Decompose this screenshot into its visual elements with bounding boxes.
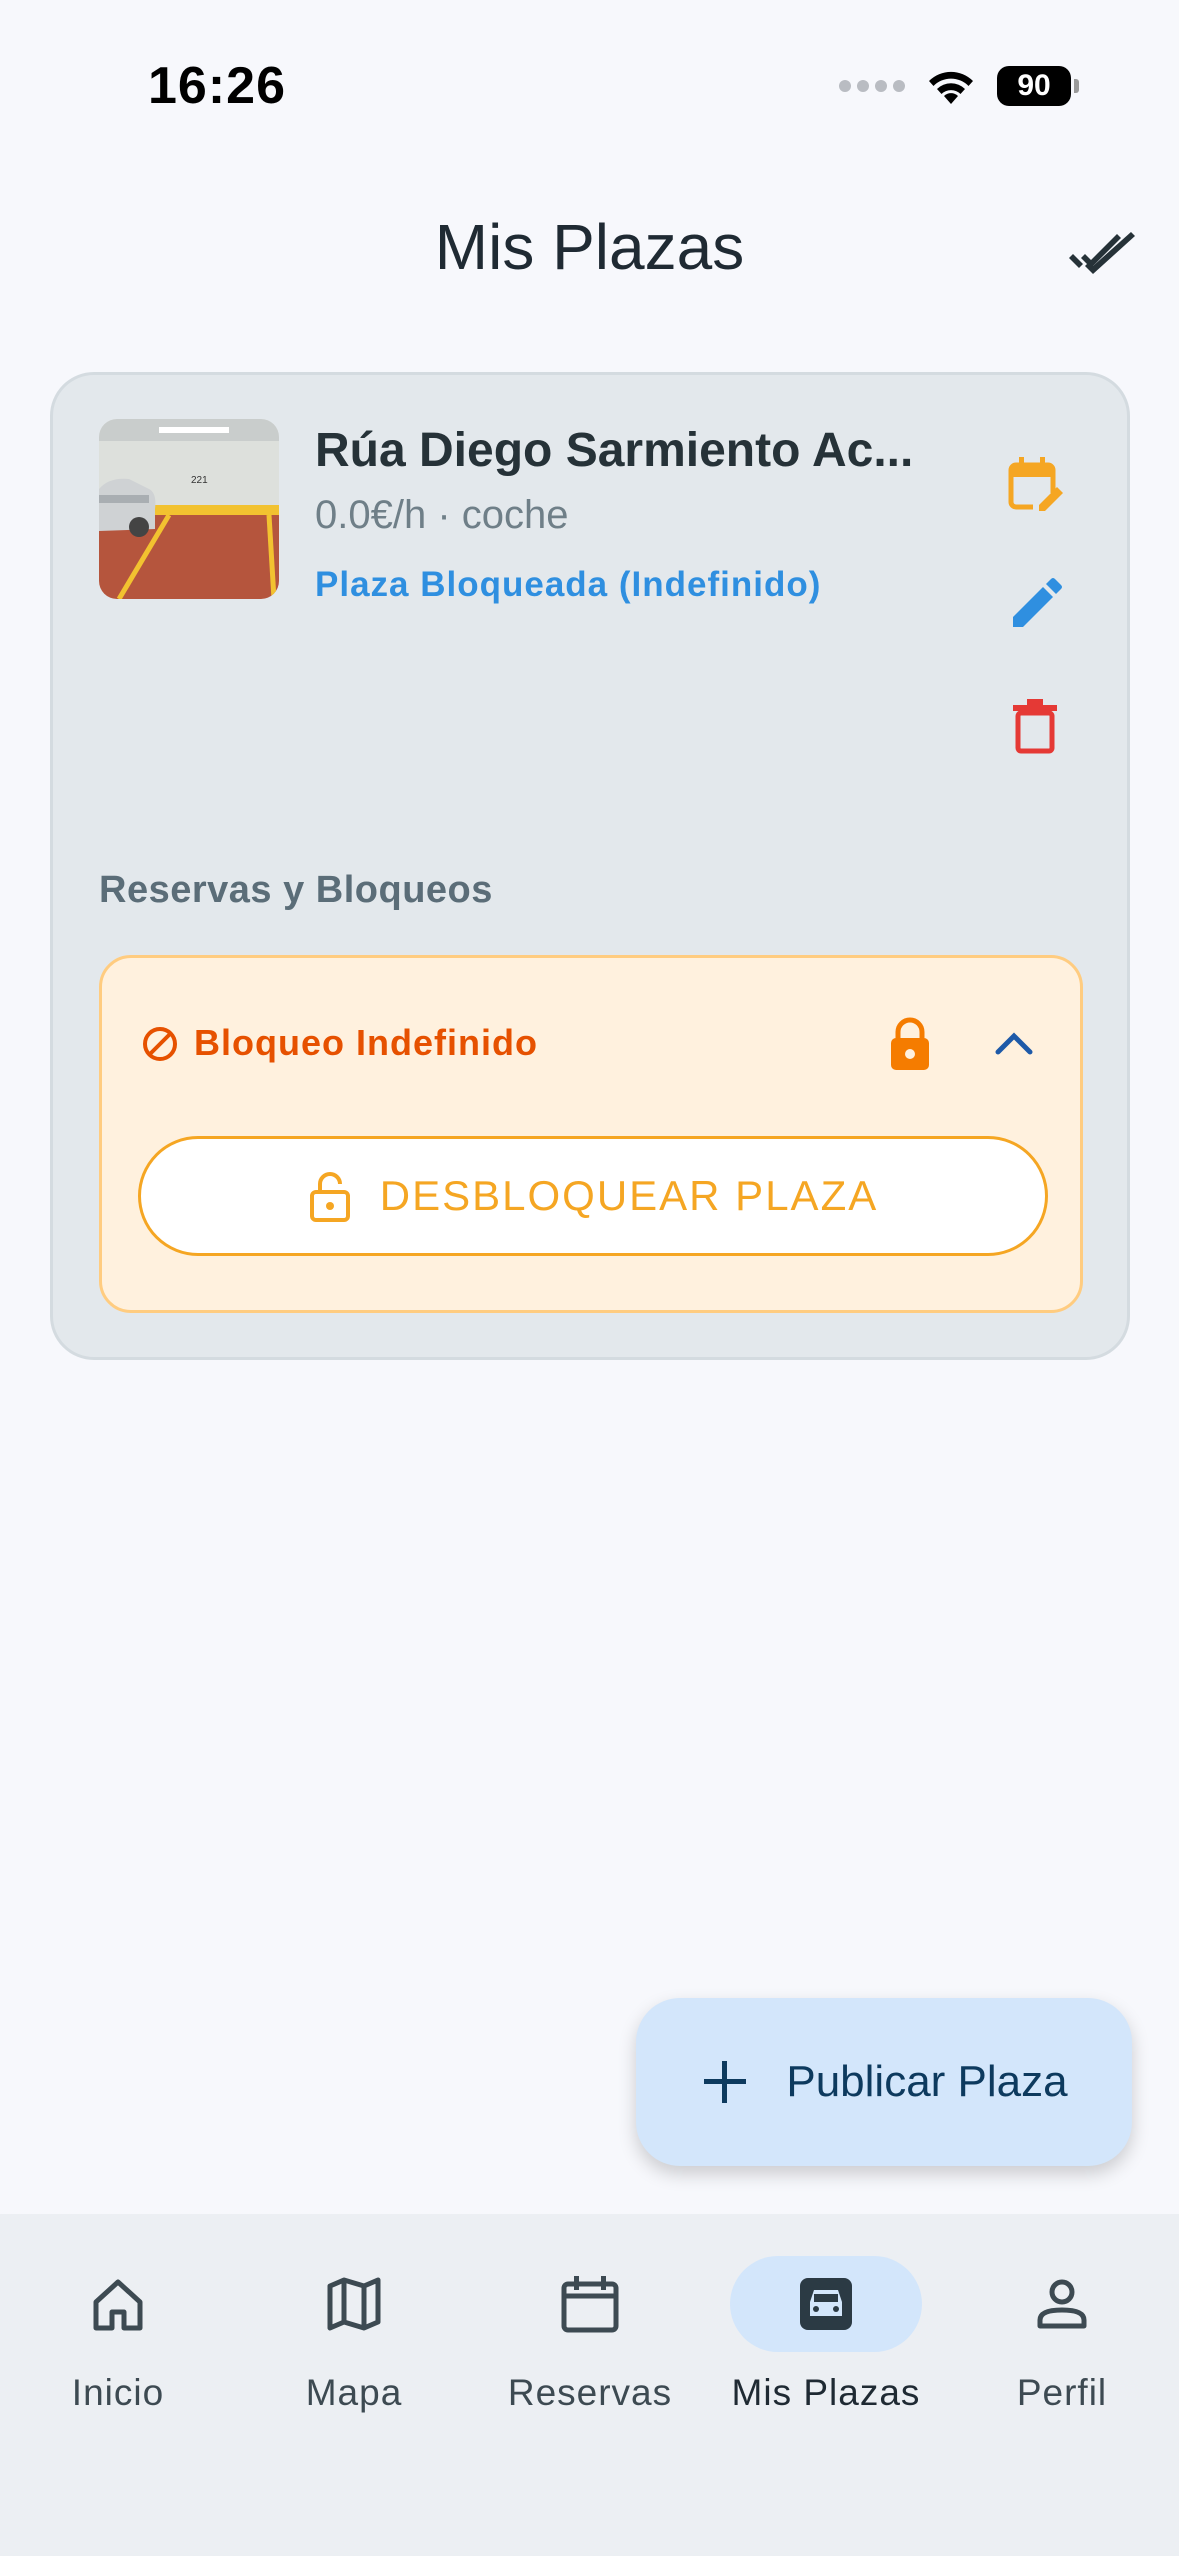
block-panel: Bloqueo Indefinido DESBLOQUEAR PLAZA bbox=[99, 955, 1083, 1313]
nav-item-mapa[interactable]: Mapa bbox=[236, 2256, 472, 2436]
block-label: Bloqueo Indefinido bbox=[194, 1022, 538, 1063]
chevron-up-icon[interactable] bbox=[986, 1016, 1042, 1072]
page-title: Mis Plazas bbox=[434, 211, 745, 283]
section-title: Reservas y Bloqueos bbox=[99, 869, 493, 911]
unlock-button-label: DESBLOQUEAR PLAZA bbox=[379, 1172, 879, 1219]
nav-label-reservas: Reservas bbox=[507, 2372, 673, 2413]
nav-label-mis-plazas: Mis Plazas bbox=[731, 2372, 921, 2413]
trash-icon bbox=[1013, 699, 1057, 754]
edit-spot-button[interactable] bbox=[995, 565, 1075, 645]
lock-icon bbox=[891, 1017, 929, 1070]
wifi-icon bbox=[929, 71, 973, 104]
spot-title: Rúa Diego Sarmiento Ac... bbox=[315, 424, 914, 477]
calendar-icon bbox=[561, 2276, 619, 2333]
done-all-icon[interactable] bbox=[1065, 218, 1141, 294]
status-icons: 90 bbox=[839, 66, 1079, 106]
delete-spot-button[interactable] bbox=[995, 685, 1075, 765]
nav-item-mis-plazas[interactable]: Mis Plazas bbox=[708, 2256, 944, 2436]
thumbnail-caption: 221 bbox=[191, 475, 208, 486]
spot-price-vehicle: 0.0€/h · coche bbox=[315, 493, 569, 537]
home-icon bbox=[93, 2279, 143, 2331]
calendar-edit-icon bbox=[1008, 457, 1067, 515]
nav-label-perfil: Perfil bbox=[1016, 2372, 1108, 2413]
nav-label-inicio: Inicio bbox=[71, 2372, 165, 2413]
plus-icon bbox=[704, 2061, 747, 2103]
unlock-spot-button[interactable]: DESBLOQUEAR PLAZA bbox=[138, 1136, 1048, 1256]
car-icon bbox=[800, 2278, 852, 2330]
parking-spot-card: 221 Rúa Diego Sarmiento Ac... 0.0€/h · c… bbox=[50, 372, 1130, 1360]
person-icon bbox=[1037, 2279, 1087, 2329]
spot-thumbnail: 221 bbox=[99, 419, 279, 599]
lock-open-icon bbox=[309, 1172, 350, 1222]
nav-item-perfil[interactable]: Perfil bbox=[944, 2256, 1179, 2436]
publish-spot-button[interactable]: Publicar Plaza bbox=[636, 1998, 1132, 2166]
nav-label-mapa: Mapa bbox=[305, 2372, 403, 2413]
battery-indicator: 90 bbox=[997, 66, 1079, 106]
nav-item-inicio[interactable]: Inicio bbox=[0, 2256, 236, 2436]
pencil-icon bbox=[1013, 578, 1062, 627]
map-icon bbox=[327, 2277, 381, 2331]
app-header: Mis Plazas bbox=[0, 200, 1179, 310]
status-time: 16:26 bbox=[148, 57, 286, 115]
nav-item-reservas[interactable]: Reservas bbox=[472, 2256, 708, 2436]
block-icon bbox=[143, 1027, 177, 1061]
status-bar: 16:26 90 bbox=[0, 0, 1179, 170]
bottom-navigation: Inicio Mapa Reservas Mis Plazas Perfil bbox=[0, 2214, 1179, 2556]
cellular-signal-icon bbox=[839, 80, 905, 92]
edit-schedule-button[interactable] bbox=[995, 445, 1075, 525]
spot-status: Plaza Bloqueada (Indefinido) bbox=[315, 565, 822, 604]
battery-level: 90 bbox=[997, 66, 1071, 106]
publish-spot-label: Publicar Plaza bbox=[786, 2057, 1068, 2106]
